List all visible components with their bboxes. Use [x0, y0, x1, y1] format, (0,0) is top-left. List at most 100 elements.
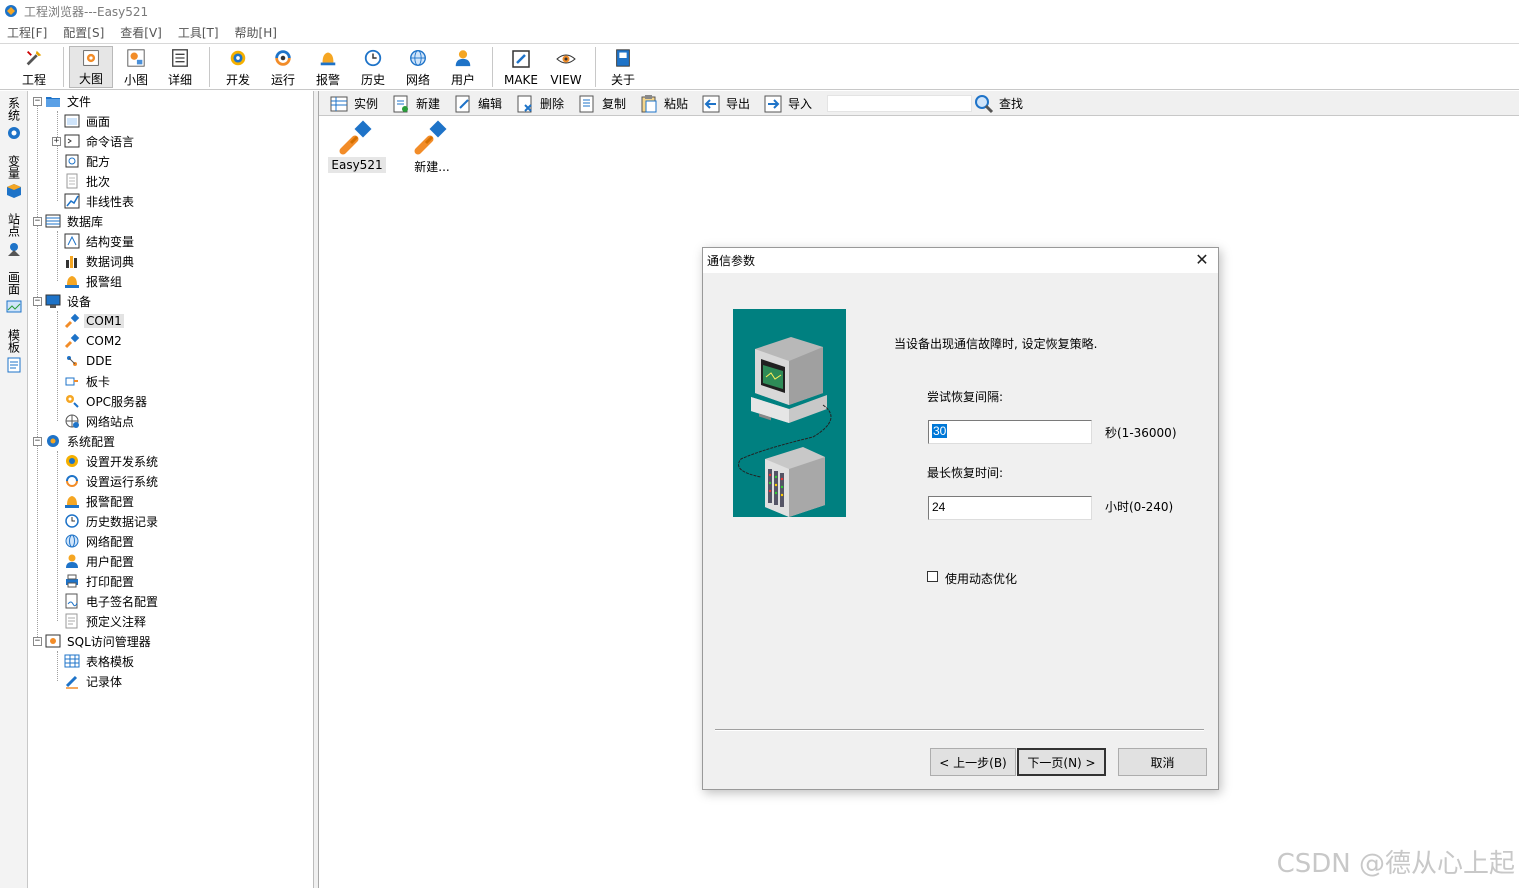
device-item-new[interactable]: 新建...	[401, 119, 463, 176]
network-button[interactable]: 网络	[398, 46, 438, 88]
tree-node-data-dictionary[interactable]: 数据词典	[64, 252, 136, 270]
next-button[interactable]: 下一页(N) >	[1017, 748, 1106, 776]
collapse-toggle[interactable]: −	[33, 636, 42, 646]
make-button[interactable]: MAKE	[500, 46, 542, 88]
bell-icon	[65, 496, 79, 508]
tree-node-alarm-config[interactable]: 报警配置	[64, 492, 136, 510]
tree-node-set-run-system[interactable]: 设置运行系统	[64, 472, 160, 490]
large-icons-button[interactable]: 大图	[69, 46, 113, 88]
tree-node-com1[interactable]: COM1	[64, 312, 124, 330]
tree-node-com2[interactable]: COM2	[64, 332, 124, 350]
tree-node-batch[interactable]: 批次	[64, 172, 112, 190]
tree-node-print-config[interactable]: 打印配置	[64, 572, 136, 590]
about-button[interactable]: 关于	[603, 46, 643, 88]
dynamic-optimization-label[interactable]: 使用动态优化	[945, 570, 1017, 587]
collapse-toggle[interactable]: −	[33, 296, 42, 306]
device-item-easy521[interactable]: Easy521	[326, 119, 388, 173]
tab-screens[interactable]: 画面	[4, 271, 24, 315]
tree-node-table-template[interactable]: 表格模板	[64, 652, 136, 670]
instance-button[interactable]: 实例	[329, 92, 378, 115]
user-button[interactable]: 用户	[443, 46, 483, 88]
run-button[interactable]: 运行	[263, 46, 303, 88]
collapse-toggle[interactable]: −	[33, 96, 42, 106]
gear-icon	[8, 127, 20, 139]
new-button[interactable]: 新建	[391, 92, 440, 115]
printer-icon	[66, 574, 78, 588]
tree-node-database[interactable]: − 数据库	[33, 212, 105, 230]
menu-help[interactable]: 帮助[H]	[234, 23, 278, 42]
serial-plug-icon	[64, 313, 80, 329]
tree-node-sql-manager[interactable]: − SQL访问管理器	[33, 632, 153, 650]
tab-stations[interactable]: 站点	[4, 213, 24, 257]
tree-node-nonlinear-table[interactable]: 非线性表	[64, 192, 136, 210]
menu-project[interactable]: 工程[F]	[6, 23, 48, 42]
tree-node-struct-var[interactable]: 结构变量	[64, 232, 136, 250]
tree-node-history-record[interactable]: 历史数据记录	[64, 512, 160, 530]
collapse-toggle[interactable]: −	[33, 436, 42, 446]
table-icon	[64, 654, 80, 668]
retry-interval-input[interactable]: 30	[928, 420, 1092, 444]
prev-button[interactable]: < 上一步(B)	[930, 748, 1016, 776]
dialog-title: 通信参数	[707, 254, 756, 268]
tree-node-recordset[interactable]: 记录体	[64, 672, 124, 690]
expand-toggle[interactable]: +	[52, 136, 61, 146]
note-icon	[65, 613, 78, 629]
bar-chart-icon	[66, 256, 77, 268]
dynamic-optimization-checkbox[interactable]	[927, 571, 938, 582]
serial-plug-icon	[414, 120, 447, 155]
find-button[interactable]: 查找	[974, 92, 1023, 115]
tree-node-network-config[interactable]: 网络配置	[64, 532, 136, 550]
tree-node-devices[interactable]: − 设备	[33, 292, 93, 310]
export-button[interactable]: 导出	[701, 92, 750, 115]
tree-node-opc-server[interactable]: OPC服务器	[64, 392, 149, 410]
run-icon	[66, 475, 78, 487]
vertical-tab-strip: 系统 变量 站点 画面 模板	[0, 91, 28, 888]
search-input[interactable]	[827, 95, 972, 112]
tree-node-user-config[interactable]: 用户配置	[64, 552, 136, 570]
tree-node-esign-config[interactable]: 电子签名配置	[64, 592, 160, 610]
max-recovery-input[interactable]: 24	[928, 496, 1092, 520]
tree-node-predefined-notes[interactable]: 预定义注释	[64, 612, 148, 630]
collapse-toggle[interactable]: −	[33, 216, 42, 226]
menu-tools[interactable]: 工具[T]	[177, 23, 220, 42]
template-icon	[7, 357, 21, 373]
tree-node-set-dev-system[interactable]: 设置开发系统	[64, 452, 160, 470]
cancel-button[interactable]: 取消	[1118, 748, 1207, 776]
tree-node-network-station[interactable]: 网络站点	[64, 412, 136, 430]
view-button[interactable]: VIEW	[545, 46, 587, 88]
make-icon	[512, 50, 530, 68]
tab-variables[interactable]: 变量	[4, 155, 24, 199]
project-button[interactable]: 工程	[14, 46, 54, 88]
computer-illustration	[733, 309, 846, 517]
folder-icon	[46, 97, 60, 107]
paste-button[interactable]: 粘贴	[639, 92, 688, 115]
tree-node-command-language[interactable]: + 命令语言	[52, 132, 136, 150]
tab-templates[interactable]: 模板	[4, 329, 24, 373]
tree-node-alarm-group[interactable]: 报警组	[64, 272, 124, 290]
close-icon[interactable]: ✕	[1192, 251, 1212, 271]
tree-node-dde[interactable]: DDE	[64, 352, 114, 370]
tab-system[interactable]: 系统	[4, 97, 24, 141]
menu-view[interactable]: 查看[V]	[119, 23, 163, 42]
tree-node-file[interactable]: − 文件	[33, 92, 93, 110]
alarm-button[interactable]: 报警	[308, 46, 348, 88]
tree-node-board[interactable]: 板卡	[64, 372, 112, 390]
chart-icon	[64, 193, 80, 209]
small-icons-button[interactable]: 小图	[116, 46, 156, 88]
edit-button[interactable]: 编辑	[453, 92, 502, 115]
tree-node-system-config[interactable]: − 系统配置	[33, 432, 117, 450]
dialog-separator	[715, 729, 1204, 731]
history-button[interactable]: 历史	[353, 46, 393, 88]
book-icon	[616, 49, 630, 67]
max-recovery-unit: 小时(0-240)	[1105, 500, 1174, 514]
import-icon	[764, 95, 782, 112]
menu-config[interactable]: 配置[S]	[62, 23, 105, 42]
tree-node-recipe[interactable]: 配方	[64, 152, 112, 170]
terminal-icon	[64, 134, 80, 148]
delete-button[interactable]: 删除	[515, 92, 564, 115]
import-button[interactable]: 导入	[763, 92, 812, 115]
develop-button[interactable]: 开发	[218, 46, 258, 88]
tree-node-screen[interactable]: 画面	[64, 112, 112, 130]
details-button[interactable]: 详细	[160, 46, 200, 88]
copy-button[interactable]: 复制	[577, 92, 626, 115]
